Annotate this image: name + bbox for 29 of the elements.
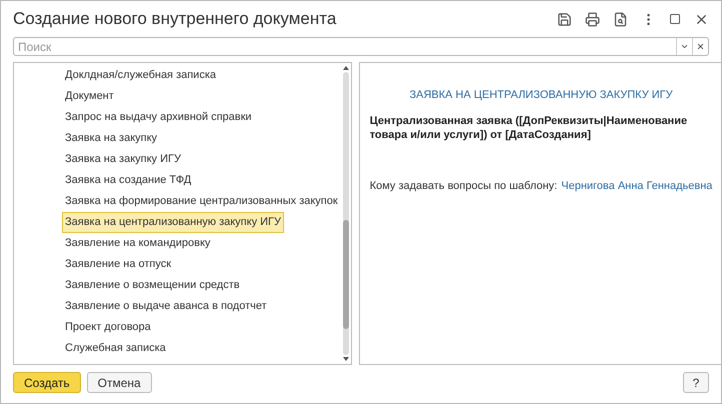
preview-icon[interactable] [613,12,628,26]
template-item[interactable]: Проект договора [62,317,154,338]
dropdown-icon[interactable] [680,42,689,51]
template-item[interactable]: Заявление о возмещении средств [62,275,243,296]
template-item[interactable]: Заявление о выдаче аванса в подотчет [62,296,270,317]
scroll-down-icon[interactable] [342,357,349,361]
template-item[interactable]: Заявление на командировку [62,233,214,254]
template-item[interactable]: Запрос на выдачу архивной справки [62,107,255,128]
template-heading: ЗАЯВКА НА ЦЕНТРАЛИЗОВАННУЮ ЗАКУПКУ ИГУ [408,88,674,103]
template-item[interactable]: Служебная записка [62,338,169,359]
printer-icon[interactable] [585,12,600,26]
create-button[interactable]: Создать [13,372,81,393]
window-title: Создание нового внутреннего документа [13,8,336,30]
template-item[interactable]: Доклдная/служебная записка [62,65,220,86]
template-item[interactable]: Заявка на закупку [62,128,160,149]
template-item[interactable]: Заявка на формирование централизованных закупок [62,191,341,212]
save-icon[interactable] [557,12,572,26]
maximize-icon[interactable] [669,13,681,25]
template-item[interactable]: Заявка на создание ТФД [62,170,194,191]
template-item[interactable]: Заявка на закупку ИГУ [62,149,184,170]
contact-link[interactable]: Чернигова Анна Геннадьевна [561,178,712,194]
contact-label: Кому задавать вопросы по шаблону: [370,178,558,194]
template-item[interactable]: Заявка на централизованную закупку ИГУ [62,212,284,233]
template-item[interactable]: Документ [62,86,117,107]
cancel-button[interactable]: Отмена [86,372,152,393]
help-button[interactable]: ? [683,372,709,393]
name-template: Централизованная заявка ([ДопРеквизиты|Наименование товара и/или услуги]) от [ДатаСоздания] [370,114,688,142]
clear-icon[interactable] [696,42,705,51]
template-item[interactable]: Заявление на отпуск [62,254,174,275]
